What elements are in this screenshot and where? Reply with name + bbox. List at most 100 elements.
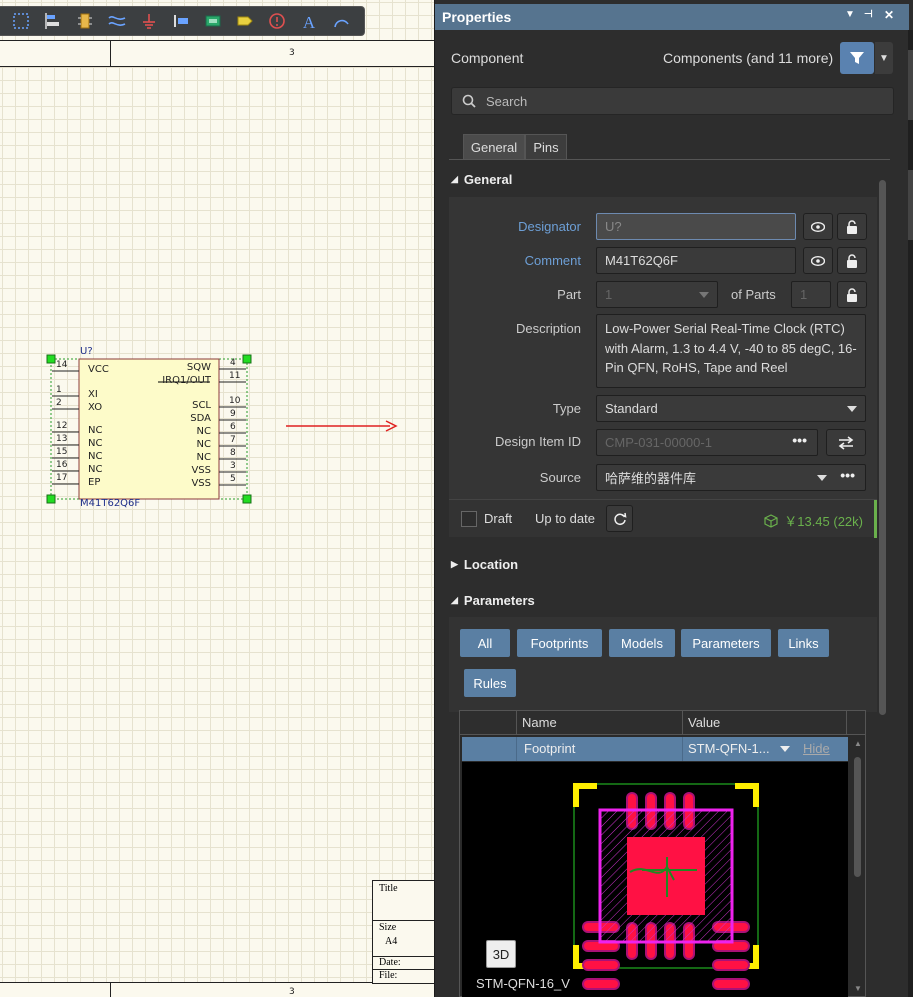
price-value: ￥13.45 (22k) [784,514,863,529]
selection-filter-button[interactable] [840,42,874,74]
edge-tab[interactable] [908,170,913,240]
part-label: Part [557,287,581,302]
search-placeholder: Search [486,93,528,109]
3d-view-button[interactable]: 3D [486,940,516,968]
source-select[interactable]: 哈萨维的器件库 ••• [596,464,866,491]
eye-icon [811,255,825,266]
source-label: Source [539,470,581,485]
unlock-icon [847,219,857,234]
hide-link[interactable]: Hide [803,741,830,756]
search-input[interactable]: Search [451,87,894,115]
swap-icon [838,435,854,450]
panel-close-icon[interactable]: ✕ [884,8,894,22]
pin-name: SQW [186,362,211,373]
pin-name: NC [88,425,103,436]
pin-name: EP [88,477,101,488]
comment-label[interactable]: Comment [441,253,581,268]
tab-general[interactable]: General [463,134,525,160]
section-general[interactable]: ◢ General [451,172,512,187]
column-header-name[interactable]: Name [522,715,557,730]
designator-field[interactable]: U? [596,213,796,240]
draft-checkbox[interactable] [461,511,477,527]
type-label: Type [552,401,581,416]
more-options-icon[interactable]: ••• [792,432,807,448]
panel-scrollbar-thumb[interactable] [879,180,886,715]
zone-divider [110,41,111,66]
part-select[interactable]: 1 [596,281,718,308]
size-value: A4 [385,936,398,947]
tab-pins[interactable]: Pins [525,134,567,160]
panel-edge-strip [908,30,913,997]
pin-number: 14 [56,360,68,370]
table-header: Name Value [460,711,865,735]
pin-number: 1 [56,385,62,395]
schematic-canvas[interactable]: 3 3 Title Size A4 Date: File: U? M41T62Q… [0,0,434,997]
pin-number: 7 [230,435,236,445]
filter-parameters-button[interactable]: Parameters [681,629,771,657]
panel-title-bar: Properties ▼ ⊣ ✕ [435,4,909,30]
bus-icon[interactable] [170,10,192,32]
designator-label[interactable]: Designator [441,219,581,234]
zone-number-bottom: 3 [289,987,295,997]
refresh-button[interactable] [606,505,633,532]
arc-icon[interactable] [330,10,352,32]
pin-number: 4 [230,358,236,368]
swap-item-button[interactable] [826,429,866,456]
section-location[interactable]: ▶ Location [451,557,518,572]
description-field[interactable]: Low-Power Serial Real-Time Clock (RTC) w… [596,314,866,388]
wire-icon[interactable] [106,10,128,32]
type-select[interactable]: Standard [596,395,866,422]
pin-name: VSS [191,465,211,476]
pin-number: 6 [230,422,236,432]
component-symbol[interactable]: U? M41T62Q6F 14 VCC 1 XI 2 XO 12 NC 13 NC 15 NC 16 NC… [40,345,270,515]
chevron-down-icon[interactable] [780,746,790,752]
table-row[interactable]: Footprint STM-QFN-1... Hide [462,737,848,761]
text-icon[interactable]: A [298,10,320,32]
table-scrollbar[interactable]: ▲ ▼ [852,737,864,995]
price-info[interactable]: ￥13.45 (22k) [764,511,863,530]
tab-underline [449,159,890,160]
more-options-icon[interactable]: ••• [840,467,855,483]
filter-dropdown-button[interactable]: ▼ [875,42,893,74]
panel-menu-icon[interactable]: ▼ [845,9,855,20]
designator-lock-button[interactable] [837,213,867,240]
filter-footprints-button[interactable]: Footprints [517,629,602,657]
qfn-footprint-graphic [573,783,759,990]
design-item-id-field[interactable]: CMP-031-00000-1 ••• [596,429,818,456]
scroll-up-icon[interactable]: ▲ [854,739,862,748]
comment-field[interactable]: M41T62Q6F [596,247,796,274]
table-scrollbar-thumb[interactable] [854,757,861,877]
no-erc-icon[interactable] [266,10,288,32]
align-icon[interactable] [42,10,64,32]
pin-name: XO [88,402,103,413]
part-lock-button[interactable] [837,281,867,308]
column-header-value[interactable]: Value [688,715,720,730]
part-icon[interactable] [74,10,96,32]
comment-visibility-button[interactable] [803,247,833,274]
designator-label: U? [80,346,93,357]
footprint-preview: 3D STM-QFN-16_V [462,762,848,997]
scroll-down-icon[interactable]: ▼ [854,984,862,993]
panel-pin-icon[interactable]: ⊣ [864,9,873,20]
select-area-icon[interactable] [10,10,32,32]
sheet-border-bottom: 3 [0,982,434,997]
net-label-icon[interactable] [202,10,224,32]
designator-visibility-button[interactable] [803,213,833,240]
row-value[interactable]: STM-QFN-1... [688,741,770,756]
pin-number: 16 [56,460,68,470]
port-icon[interactable] [234,10,256,32]
filter-models-button[interactable]: Models [609,629,675,657]
ground-icon[interactable] [138,10,160,32]
pin-name: NC [88,438,103,449]
comment-lock-button[interactable] [837,247,867,274]
panel-scrollbar[interactable] [878,180,888,715]
filter-links-button[interactable]: Links [778,629,829,657]
pin-name: SDA [190,413,211,424]
filter-all-button[interactable]: All [460,629,510,657]
pin-name: NC [196,439,211,450]
filter-rules-button[interactable]: Rules [464,669,516,697]
edge-tab[interactable] [908,50,913,120]
section-parameters[interactable]: ◢ Parameters [451,593,535,608]
of-parts-value: 1 [800,287,808,302]
pin-number: 2 [56,398,62,408]
